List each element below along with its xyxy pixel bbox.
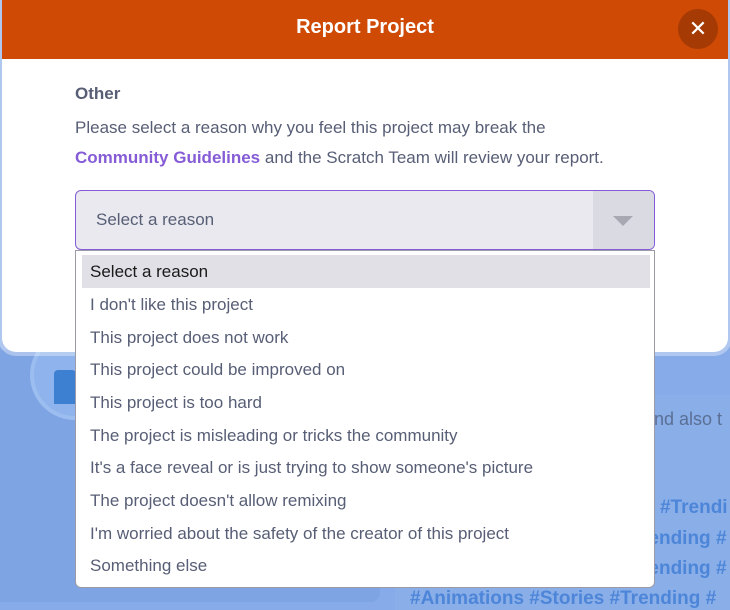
reason-dropdown-list: Select a reason I don't like this projec… bbox=[75, 250, 655, 588]
modal-title: Report Project bbox=[296, 16, 434, 38]
option-no-remixing[interactable]: The project doesn't allow remixing bbox=[82, 484, 650, 517]
option-dont-like[interactable]: I don't like this project bbox=[82, 288, 650, 321]
option-face-reveal[interactable]: It's a face reveal or is just trying to … bbox=[82, 451, 650, 484]
chevron-down-icon bbox=[613, 216, 633, 226]
close-icon: ✕ bbox=[688, 16, 708, 41]
background-tags: #Trendi bbox=[660, 497, 728, 518]
flag-icon bbox=[54, 370, 76, 404]
option-does-not-work[interactable]: This project does not work bbox=[82, 321, 650, 354]
background-tags: #Animations #Stories #Trending # bbox=[410, 588, 717, 609]
background-description-text: nd also t bbox=[654, 409, 723, 429]
option-could-be-improved[interactable]: This project could be improved on bbox=[82, 353, 650, 386]
reason-select[interactable]: Select a reason bbox=[75, 190, 655, 250]
reason-category-label: Other bbox=[75, 84, 121, 103]
community-guidelines-link[interactable]: Community Guidelines bbox=[75, 148, 260, 167]
select-arrow-button[interactable] bbox=[593, 191, 654, 249]
description-text: Please select a reason why you feel this… bbox=[75, 118, 546, 137]
option-something-else[interactable]: Something else bbox=[82, 549, 650, 582]
reason-select-value: Select a reason bbox=[96, 210, 215, 229]
report-description: Please select a reason why you feel this… bbox=[75, 113, 655, 173]
option-misleading[interactable]: The project is misleading or tricks the … bbox=[82, 419, 650, 452]
modal-header: Report Project ✕ bbox=[2, 0, 728, 59]
option-creator-safety[interactable]: I'm worried about the safety of the crea… bbox=[82, 517, 650, 550]
description-text-end: and the Scratch Team will review your re… bbox=[260, 148, 604, 167]
close-button[interactable]: ✕ bbox=[678, 9, 718, 49]
option-too-hard[interactable]: This project is too hard bbox=[82, 386, 650, 419]
option-select-a-reason[interactable]: Select a reason bbox=[82, 255, 650, 288]
